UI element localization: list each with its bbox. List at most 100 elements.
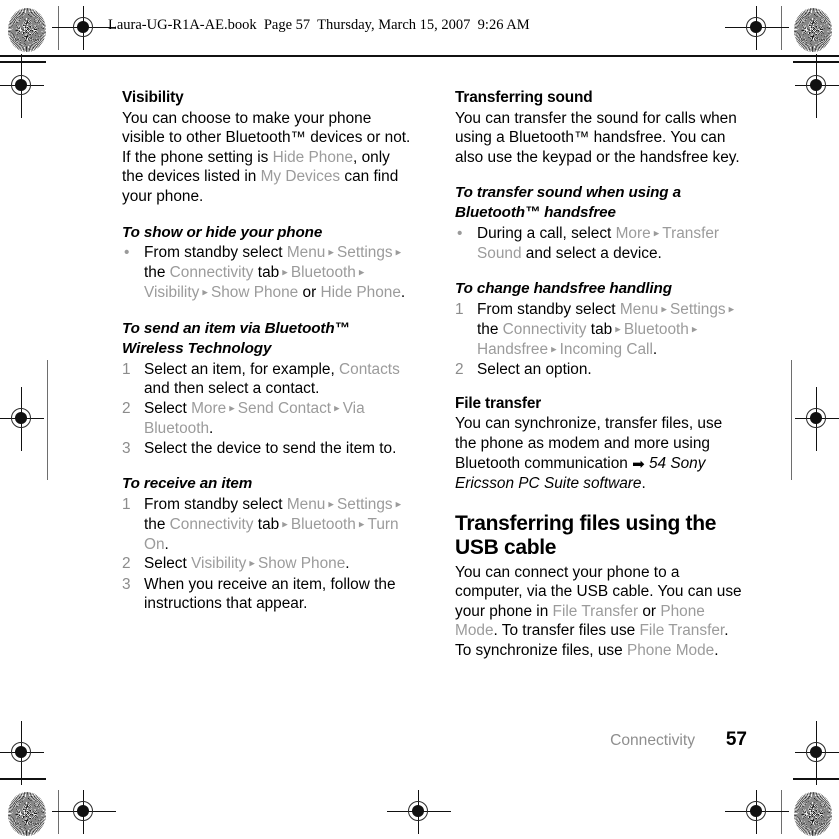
heading-transferring-sound: Transferring sound	[455, 89, 593, 106]
procedure-title-send-item: To send an item via Bluetooth™ Wireless …	[122, 320, 350, 358]
body-text: tab	[253, 515, 280, 533]
body-text: Select	[144, 399, 192, 417]
ui-term: Hide Phone	[320, 284, 401, 302]
page-footer: Connectivity 57	[455, 729, 747, 751]
bullet-icon: •	[457, 224, 463, 242]
bleed-rule-mid-left	[47, 360, 48, 480]
step-arrow-icon: ▸	[226, 402, 238, 415]
ui-term: Bluetooth	[290, 515, 356, 533]
body-text: .	[209, 419, 214, 437]
step-arrow-icon: ▸	[246, 557, 259, 570]
body-text: . To transfer files use	[493, 622, 640, 640]
halftone-target-top-right	[794, 8, 832, 52]
step-arrow-icon: ▸	[331, 402, 343, 415]
trim-rule-bottom-left	[58, 790, 59, 834]
ui-term: More	[191, 399, 227, 417]
body-text: .	[164, 535, 169, 553]
step-arrow-icon: ▸	[325, 246, 337, 259]
step-arrow-icon: ▸	[355, 518, 368, 531]
footer-chapter-name: Connectivity	[610, 732, 695, 749]
procedure-step: 1 From standby select Menu ▸ Settings ▸ t…	[455, 300, 745, 360]
header-rule	[0, 55, 839, 57]
procedure-steps-receive-item: 1 From standby select Menu ▸ Settings ▸ t…	[122, 495, 412, 614]
bullet-icon: •	[124, 244, 130, 262]
ui-term: Settings	[670, 300, 726, 318]
body-text: From standby select	[477, 300, 620, 318]
ui-term: My Devices	[260, 168, 341, 186]
ui-term: Settings	[337, 244, 393, 262]
body-text: .	[400, 284, 406, 302]
ui-term: Show Phone	[210, 284, 299, 302]
procedure-bullet: • During a call, select More ▸ Transfer S…	[455, 224, 745, 264]
procedure-step: 1 From standby select Menu ▸ Settings ▸ t…	[122, 495, 412, 555]
step-arrow-icon: ▸	[279, 266, 291, 279]
step-number: 3	[122, 575, 131, 593]
halftone-target-top-left	[8, 8, 46, 52]
registration-mark-mid-right	[795, 387, 839, 451]
step-number: 1	[122, 495, 131, 513]
registration-mark-corner-top-right	[795, 54, 839, 118]
body-text: You can transfer the sound for calls whe…	[455, 109, 740, 166]
step-arrow-icon: ▸	[658, 303, 670, 316]
body-text: Select the device to send the item to.	[144, 439, 397, 457]
section-heading-usb-cable: Transferring files using the USB cable	[455, 511, 717, 559]
body-text: Select an item, for example,	[144, 360, 340, 378]
step-arrow-icon: ▸	[725, 303, 735, 316]
heading-file-transfer: File transfer	[455, 394, 542, 412]
paragraph-file-transfer: You can synchronize, transfer files, use…	[455, 414, 745, 493]
procedure-bullets-show-hide-phone: • From standby select Menu ▸ Settings ▸ t…	[122, 243, 412, 303]
step-arrow-icon: ▸	[392, 498, 402, 511]
manual-page: Laura-UG-R1A-AE.book Page 57 Thursday, M…	[0, 0, 839, 839]
left-column: Visibility You can choose to make your p…	[122, 88, 412, 614]
ui-term: Show Phone	[258, 555, 346, 573]
step-arrow-icon: ▸	[279, 518, 291, 531]
body-text: .	[641, 475, 646, 493]
procedure-title-receive-item: To receive an item	[122, 475, 253, 493]
ui-term: Settings	[337, 495, 393, 513]
ui-term: Handsfree	[477, 341, 549, 359]
ui-term: File Transfer	[639, 622, 725, 640]
heading-visibility: Visibility	[122, 89, 184, 106]
step-arrow-icon: ▸	[688, 323, 698, 336]
ui-term: More	[615, 224, 651, 242]
procedure-step: 1 Select an item, for example, Contacts a…	[122, 360, 412, 399]
procedure-step: 2 Select Visibility ▸ Show Phone.	[122, 554, 412, 574]
body-text: tab	[586, 320, 613, 338]
body-text: .	[714, 642, 719, 660]
body-text: Select	[144, 555, 192, 573]
ui-term: Send Contact	[237, 399, 332, 417]
step-arrow-icon: ▸	[612, 323, 624, 336]
body-text: the	[144, 264, 170, 282]
body-text: and select a device.	[521, 244, 662, 262]
body-text: Select an option.	[477, 361, 592, 379]
ui-term: File Transfer	[552, 602, 639, 620]
ui-term: Menu	[286, 495, 326, 513]
ui-term: Visibility	[191, 555, 247, 573]
procedure-title-show-hide-phone: To show or hide your phone	[122, 223, 323, 241]
ui-term: Connectivity	[169, 264, 254, 282]
body-text: the	[477, 320, 503, 338]
spacer-file-transfer	[455, 380, 745, 394]
registration-mark-top-left	[52, 6, 116, 50]
step-arrow-icon: ▸	[325, 498, 337, 511]
ui-term: Menu	[619, 300, 659, 318]
ui-term: Contacts	[339, 360, 400, 378]
step-number: 3	[122, 439, 131, 457]
corner-rule-bottom-right	[793, 778, 839, 780]
footer-page-number: 57	[725, 729, 747, 750]
step-number: 1	[122, 360, 131, 378]
bleed-rule-mid-right	[791, 360, 792, 480]
trim-rule-top-right	[781, 6, 782, 50]
step-arrow-icon: ▸	[392, 246, 402, 259]
paragraph-visibility-intro: You can choose to make your phone visibl…	[122, 109, 412, 207]
registration-mark-corner-top-left	[0, 54, 44, 118]
registration-mark-corner-bottom-right	[795, 721, 839, 785]
ui-term: Bluetooth	[290, 264, 356, 282]
registration-mark-bottom-center	[387, 790, 451, 834]
ui-term: Menu	[286, 244, 326, 262]
body-text: When you receive an item, follow the ins…	[144, 575, 396, 613]
paragraph-usb-cable: You can connect your phone to a computer…	[455, 563, 745, 661]
ui-term: Phone Mode	[626, 642, 715, 660]
body-text: .	[652, 341, 658, 359]
body-text: or	[638, 602, 661, 620]
